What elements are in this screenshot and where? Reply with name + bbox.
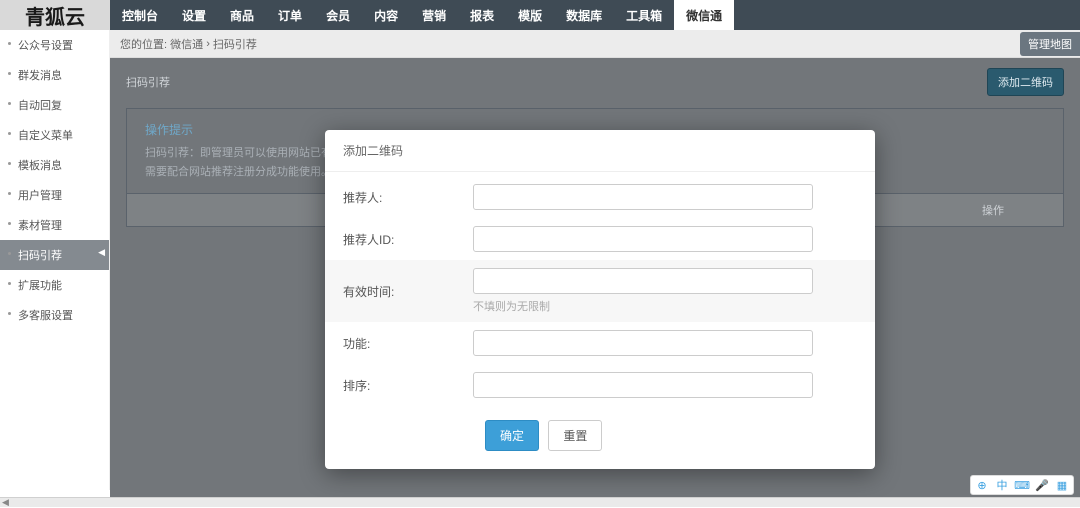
breadcrumb-a[interactable]: 微信通 <box>170 36 203 52</box>
sidebar-item-4[interactable]: 模板消息 <box>0 150 109 180</box>
top-nav: 控制台设置商品订单会员内容营销报表模版数据库工具箱微信通 <box>110 0 734 30</box>
nav-item-2[interactable]: 商品 <box>218 0 266 30</box>
tray-icon[interactable]: ⊕ <box>975 478 989 492</box>
nav-item-5[interactable]: 内容 <box>362 0 410 30</box>
input-recommender-id[interactable] <box>473 226 813 252</box>
ok-button[interactable]: 确定 <box>485 420 539 451</box>
horizontal-scrollbar[interactable] <box>0 497 1080 507</box>
help-valid-time: 不填则为无限制 <box>473 298 857 314</box>
label-function: 功能: <box>343 335 473 352</box>
nav-item-4[interactable]: 会员 <box>314 0 362 30</box>
sidebar-item-5[interactable]: 用户管理 <box>0 180 109 210</box>
nav-item-11[interactable]: 微信通 <box>674 0 734 30</box>
ime-tray: ⊕ 中 ⌨ 🎤 ▦ <box>970 475 1074 495</box>
add-qrcode-button[interactable]: 添加二维码 <box>987 68 1064 96</box>
tray-icon[interactable]: 🎤 <box>1035 478 1049 492</box>
modal-title: 添加二维码 <box>325 130 875 172</box>
nav-item-9[interactable]: 数据库 <box>554 0 614 30</box>
sidebar-item-9[interactable]: 多客服设置 <box>0 300 109 330</box>
sidebar-item-8[interactable]: 扩展功能 <box>0 270 109 300</box>
nav-item-6[interactable]: 营销 <box>410 0 458 30</box>
breadcrumb-sep: › <box>206 38 210 50</box>
sidebar-item-7[interactable]: 扫码引荐 <box>0 240 109 270</box>
sidebar-item-2[interactable]: 自动回复 <box>0 90 109 120</box>
label-valid-time: 有效时间: <box>343 283 473 300</box>
sidebar-item-6[interactable]: 素材管理 <box>0 210 109 240</box>
reset-button[interactable]: 重置 <box>548 420 602 451</box>
tray-icon[interactable]: 中 <box>995 478 1009 492</box>
input-function[interactable] <box>473 330 813 356</box>
tray-icon[interactable]: ▦ <box>1055 478 1069 492</box>
breadcrumb-prefix: 您的位置: <box>120 36 167 52</box>
manage-map-button[interactable]: 管理地图 <box>1020 32 1080 56</box>
nav-item-0[interactable]: 控制台 <box>110 0 170 30</box>
tray-icon[interactable]: ⌨ <box>1015 478 1029 492</box>
panel-title: 扫码引荐 <box>126 74 170 90</box>
nav-item-3[interactable]: 订单 <box>266 0 314 30</box>
input-valid-time[interactable] <box>473 268 813 294</box>
sidebar: 公众号设置群发消息自动回复自定义菜单模板消息用户管理素材管理扫码引荐扩展功能多客… <box>0 30 110 490</box>
breadcrumb-b: 扫码引荐 <box>213 36 257 52</box>
col-action: 操作 <box>923 194 1063 226</box>
top-bar: 青狐云 控制台设置商品订单会员内容营销报表模版数据库工具箱微信通 <box>0 0 1080 30</box>
nav-item-1[interactable]: 设置 <box>170 0 218 30</box>
breadcrumb: 您的位置: 微信通 › 扫码引荐 管理地图 <box>110 30 1080 58</box>
sidebar-item-0[interactable]: 公众号设置 <box>0 30 109 60</box>
label-recommender: 推荐人: <box>343 189 473 206</box>
sidebar-item-3[interactable]: 自定义菜单 <box>0 120 109 150</box>
input-recommender[interactable] <box>473 184 813 210</box>
input-sort[interactable] <box>473 372 813 398</box>
nav-item-8[interactable]: 模版 <box>506 0 554 30</box>
sidebar-item-1[interactable]: 群发消息 <box>0 60 109 90</box>
label-sort: 排序: <box>343 377 473 394</box>
nav-item-7[interactable]: 报表 <box>458 0 506 30</box>
add-qrcode-modal: 添加二维码 推荐人: 推荐人ID: 有效时间: 不填则为无限制 功能: 排序: … <box>325 130 875 469</box>
nav-item-10[interactable]: 工具箱 <box>614 0 674 30</box>
label-recommender-id: 推荐人ID: <box>343 231 473 248</box>
logo: 青狐云 <box>0 0 110 30</box>
